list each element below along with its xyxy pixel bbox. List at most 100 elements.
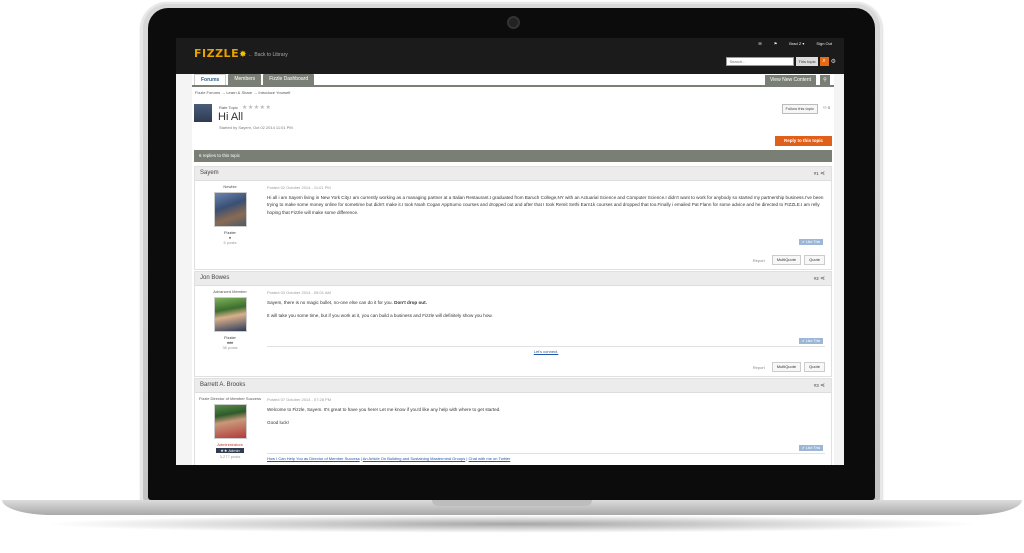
top-bar: FIZZLE✸ ← Back to Library ✉ ⚑ Brad Z ▾ S… — [176, 38, 844, 74]
quote-button[interactable]: Quote — [804, 255, 825, 265]
follow-topic-button[interactable]: Follow this topic — [781, 104, 818, 114]
multiquote-button[interactable]: MultiQuote — [771, 362, 802, 372]
like-label: Like This — [805, 446, 821, 450]
signature-link[interactable]: Chat with me on Twitter — [469, 456, 511, 461]
started-by: Started by Sayem, Oct 02 2014 11:01 PM — [219, 125, 293, 130]
like-button[interactable]: ✔ Like This — [799, 338, 823, 344]
author-info: Advanced Member Fizzler ♦♦♦ 36 posts — [199, 289, 261, 350]
view-new-content-button[interactable]: View New Content — [764, 75, 816, 85]
follower-count: ⚇ 0 — [823, 105, 830, 110]
share-icon[interactable]: ⋖ — [820, 276, 825, 282]
post-number-label: #3 — [813, 383, 819, 388]
post-text: Sayem, there is no magic bullet, no-one … — [267, 299, 825, 306]
back-to-library-link[interactable]: ← Back to Library — [248, 52, 288, 58]
post-number[interactable]: #1 ⋖ — [814, 170, 825, 177]
quote-button[interactable]: Quote — [804, 362, 825, 372]
search-icon[interactable]: ⌕ — [819, 57, 829, 66]
signature-link[interactable]: An Article On Building and Sustaining Ma… — [363, 456, 466, 461]
post-date: Posted 02 October 2014 - 11:01 PM — [267, 185, 331, 190]
like-button[interactable]: ✔ Like This — [799, 239, 823, 245]
notifications-icon[interactable]: ⚑ — [774, 41, 778, 46]
share-icon[interactable]: ⋖ — [820, 383, 825, 389]
report-link[interactable]: Report — [753, 365, 765, 370]
star-rating[interactable]: ★★★★★ — [242, 104, 271, 111]
messages-icon[interactable]: ✉ — [758, 41, 761, 46]
member-rank: Advanced Member — [213, 289, 247, 294]
like-button[interactable]: ✔ Like This — [799, 445, 823, 451]
tab-members[interactable]: Members — [228, 74, 262, 85]
main-content: Forums Members Fizzle Dashboard View New… — [192, 74, 834, 465]
post-number[interactable]: #3 ⋖ — [814, 382, 825, 389]
page-title: Hi All — [218, 111, 244, 123]
fizzle-logo[interactable]: FIZZLE✸ — [194, 47, 247, 60]
check-icon: ✔ — [801, 446, 805, 450]
post-actions: Report MultiQuote Quote — [753, 362, 825, 372]
post-body: Posted 02 October 2014 - 11:01 PM Hi all… — [267, 184, 825, 222]
member-rank: Newbie — [223, 184, 237, 189]
post-text: It will take you some time, but if you w… — [267, 313, 493, 319]
laptop-notch — [432, 500, 592, 506]
search-input[interactable] — [726, 57, 795, 66]
post-count: 3,277 posts — [219, 454, 241, 459]
post-count: 5 posts — [223, 240, 237, 245]
user-links: ✉ ⚑ Brad Z ▾ Sign Out — [758, 41, 832, 46]
post-author[interactable]: Barrett A. Brooks — [200, 382, 245, 388]
gear-icon[interactable]: ⚙ — [831, 58, 836, 65]
member-group: Administrators — [217, 442, 243, 447]
tab-divider — [192, 85, 834, 87]
avatar[interactable] — [194, 104, 212, 122]
post-text-main: Sayem, there is no magic bullet, no-one … — [267, 300, 395, 306]
post-author[interactable]: Jon Bowes — [200, 275, 229, 281]
post: Jon Bowes #2 ⋖ Advanced Member Fizzler ♦… — [194, 271, 832, 377]
post: Barrett A. Brooks #3 ⋖ Fizzle Director o… — [194, 378, 832, 465]
post-number-label: #1 — [813, 171, 819, 176]
user-menu[interactable]: Brad Z ▾ — [789, 41, 804, 46]
signature-links: How I Can Help You as Director of Member… — [267, 456, 511, 461]
post-header: Sayem #1 ⋖ — [195, 167, 831, 181]
avatar[interactable] — [213, 404, 247, 439]
admin-badge: ★★ Admin — [216, 448, 244, 453]
check-icon: ✔ — [801, 339, 805, 343]
signature-link[interactable]: Let's connect. — [267, 349, 825, 354]
avatar[interactable] — [213, 297, 247, 332]
post-date: Posted 03 October 2014 - 05:01 AM — [267, 290, 331, 295]
post-actions: Report MultiQuote Quote — [753, 255, 825, 265]
screen: FIZZLE✸ ← Back to Library ✉ ⚑ Brad Z ▾ S… — [176, 38, 844, 465]
post-body: Posted 03 October 2014 - 05:01 AM Sayem,… — [267, 289, 825, 326]
logo-star-icon: ✸ — [239, 50, 248, 60]
avatar[interactable] — [213, 192, 247, 227]
search-scope[interactable]: This topic — [796, 57, 818, 66]
author-info: Newbie Fizzler ♦ 5 posts — [199, 184, 261, 245]
post-date: Posted 07 October 2014 - 07:28 PM — [267, 397, 332, 402]
like-label: Like This — [805, 339, 821, 343]
post-author[interactable]: Sayem — [200, 170, 219, 176]
check-icon: ✔ — [801, 240, 805, 244]
webcam-icon — [509, 18, 518, 27]
rate-topic-label: Rate Topic — [219, 105, 238, 110]
post-text: Good luck! — [267, 420, 289, 426]
signature-divider — [267, 453, 825, 454]
sign-out-link[interactable]: Sign Out — [816, 41, 832, 46]
signature-divider — [267, 346, 825, 347]
breadcrumb[interactable]: Fizzle Forums → Learn & Share → Introduc… — [195, 90, 290, 95]
author-info: Fizzle Director of Member Success Admini… — [199, 396, 261, 459]
post-header: Barrett A. Brooks #3 ⋖ — [195, 379, 831, 393]
followers-icon: ⚇ — [823, 105, 827, 110]
post-body: Posted 07 October 2014 - 07:28 PM Welcom… — [267, 396, 825, 433]
signature-link[interactable]: How I Can Help You as Director of Member… — [267, 456, 360, 461]
post-header: Jon Bowes #2 ⋖ — [195, 272, 831, 286]
post: Sayem #1 ⋖ Newbie Fizzler ♦ 5 posts Post… — [194, 166, 832, 270]
tab-fizzle-dashboard[interactable]: Fizzle Dashboard — [263, 74, 315, 85]
topic-header: Rate Topic ★★★★★ Hi All Started by Sayem… — [194, 104, 834, 134]
follower-count-value: 0 — [827, 105, 830, 110]
search-bar: This topic ⌕ ⚙ — [726, 57, 836, 66]
share-icon[interactable]: ⋖ — [820, 171, 825, 177]
replies-count-bar: 6 replies to this topic — [194, 150, 832, 162]
like-label: Like This — [805, 240, 821, 244]
report-link[interactable]: Report — [753, 258, 765, 263]
post-number[interactable]: #2 ⋖ — [814, 275, 825, 282]
multiquote-button[interactable]: MultiQuote — [771, 255, 802, 265]
reply-to-topic-button[interactable]: Reply to this topic — [774, 136, 832, 146]
laptop-shadow — [40, 515, 984, 533]
filter-icon[interactable]: ⚲ — [820, 75, 830, 85]
